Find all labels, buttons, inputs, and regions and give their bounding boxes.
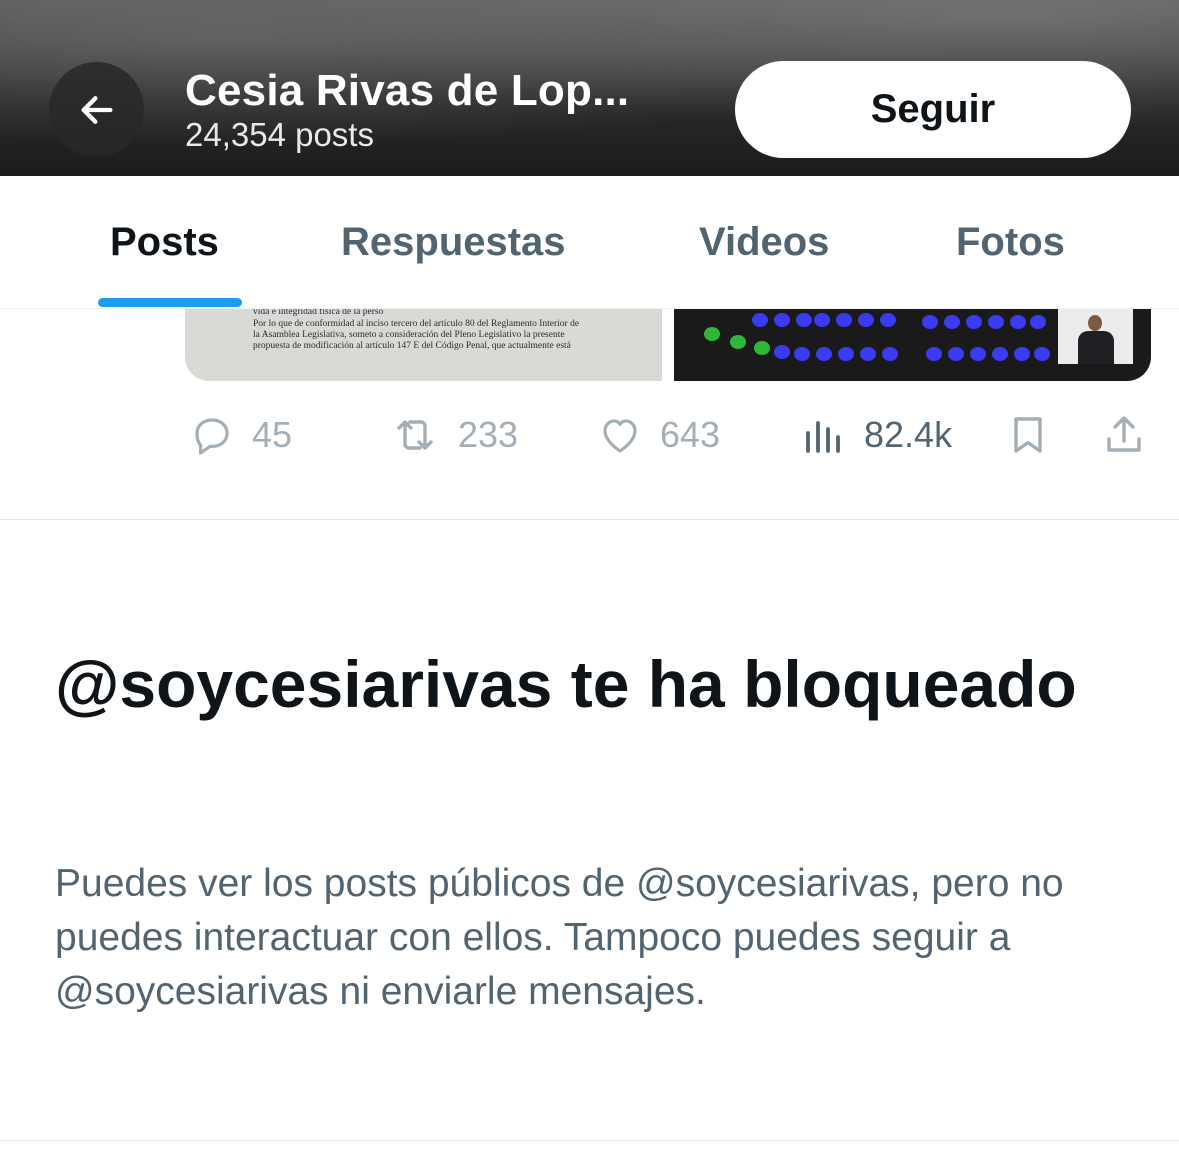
vote-light xyxy=(992,347,1008,361)
reply-icon xyxy=(195,418,229,455)
vote-light xyxy=(816,347,832,361)
vote-light xyxy=(774,313,790,327)
blocked-description: Puedes ver los posts públicos de @soyces… xyxy=(55,862,1064,1013)
vote-light xyxy=(754,341,770,355)
bottom-divider xyxy=(0,1140,1179,1141)
share-action[interactable] xyxy=(1100,410,1148,460)
post-image-document[interactable]: vida e integridad física de la perso Por… xyxy=(185,309,662,381)
interpreter-head xyxy=(1088,315,1102,331)
vote-light xyxy=(814,313,830,327)
tab-fotos[interactable]: Fotos xyxy=(956,220,1065,265)
repost-action[interactable]: 233 xyxy=(388,410,518,460)
vote-light xyxy=(774,345,790,359)
vote-light xyxy=(1034,347,1050,361)
vote-light xyxy=(966,315,982,329)
vote-light xyxy=(860,347,876,361)
vote-light xyxy=(1010,315,1026,329)
section-divider xyxy=(0,519,1179,520)
vote-light xyxy=(704,327,720,341)
vote-light xyxy=(948,347,964,361)
vote-light xyxy=(752,313,768,327)
bookmark-action[interactable] xyxy=(1004,410,1052,460)
vote-light xyxy=(730,335,746,349)
active-tab-indicator xyxy=(98,298,242,307)
vote-light xyxy=(858,313,874,327)
tab-videos[interactable]: Videos xyxy=(699,220,829,265)
share-icon xyxy=(1107,416,1141,452)
like-action[interactable]: 643 xyxy=(596,410,720,460)
vote-light xyxy=(880,313,896,327)
back-button[interactable] xyxy=(49,62,144,157)
tab-posts[interactable]: Posts xyxy=(110,220,219,265)
reply-count: 45 xyxy=(252,414,293,455)
sign-language-interpreter-image xyxy=(1058,309,1133,364)
back-arrow-icon xyxy=(81,95,113,124)
document-text-line: Por lo que de conformidad al inciso terc… xyxy=(253,319,580,329)
bookmark-icon xyxy=(1014,417,1042,453)
vote-light xyxy=(988,315,1004,329)
vote-light xyxy=(838,347,854,361)
profile-name: Cesia Rivas de Lop... xyxy=(185,66,630,115)
views-icon xyxy=(806,421,840,453)
vote-light xyxy=(1014,347,1030,361)
document-text-line: propuesta de modificación al artículo 14… xyxy=(253,341,571,351)
views-count: 82.4k xyxy=(864,414,953,455)
like-icon xyxy=(603,419,637,453)
vote-light xyxy=(944,315,960,329)
vote-light xyxy=(922,315,938,329)
vote-light xyxy=(882,347,898,361)
vote-light xyxy=(836,313,852,327)
post-count: 24,354 posts xyxy=(185,116,374,153)
blocked-title: @soycesiarivas te ha bloqueado xyxy=(55,647,1077,721)
tab-respuestas[interactable]: Respuestas xyxy=(341,220,566,265)
profile-tabs: Posts Respuestas Videos Fotos xyxy=(0,176,1179,309)
vote-light xyxy=(794,347,810,361)
vote-light xyxy=(926,347,942,361)
reply-action[interactable]: 45 xyxy=(188,410,292,460)
repost-count: 233 xyxy=(458,414,519,455)
views-action[interactable]: 82.4k xyxy=(800,410,952,460)
repost-icon xyxy=(397,420,433,450)
profile-header: Cesia Rivas de Lop... 24,354 posts Segui… xyxy=(0,0,1179,176)
vote-light xyxy=(796,313,812,327)
like-count: 643 xyxy=(660,414,721,455)
follow-button[interactable]: Seguir xyxy=(735,61,1131,158)
document-text-line: la Asamblea Legislativa, someto a consid… xyxy=(253,330,565,340)
document-text-line: vida e integridad física de la perso xyxy=(253,309,384,317)
vote-light xyxy=(970,347,986,361)
interpreter-body xyxy=(1078,331,1114,364)
vote-light xyxy=(1030,315,1046,329)
